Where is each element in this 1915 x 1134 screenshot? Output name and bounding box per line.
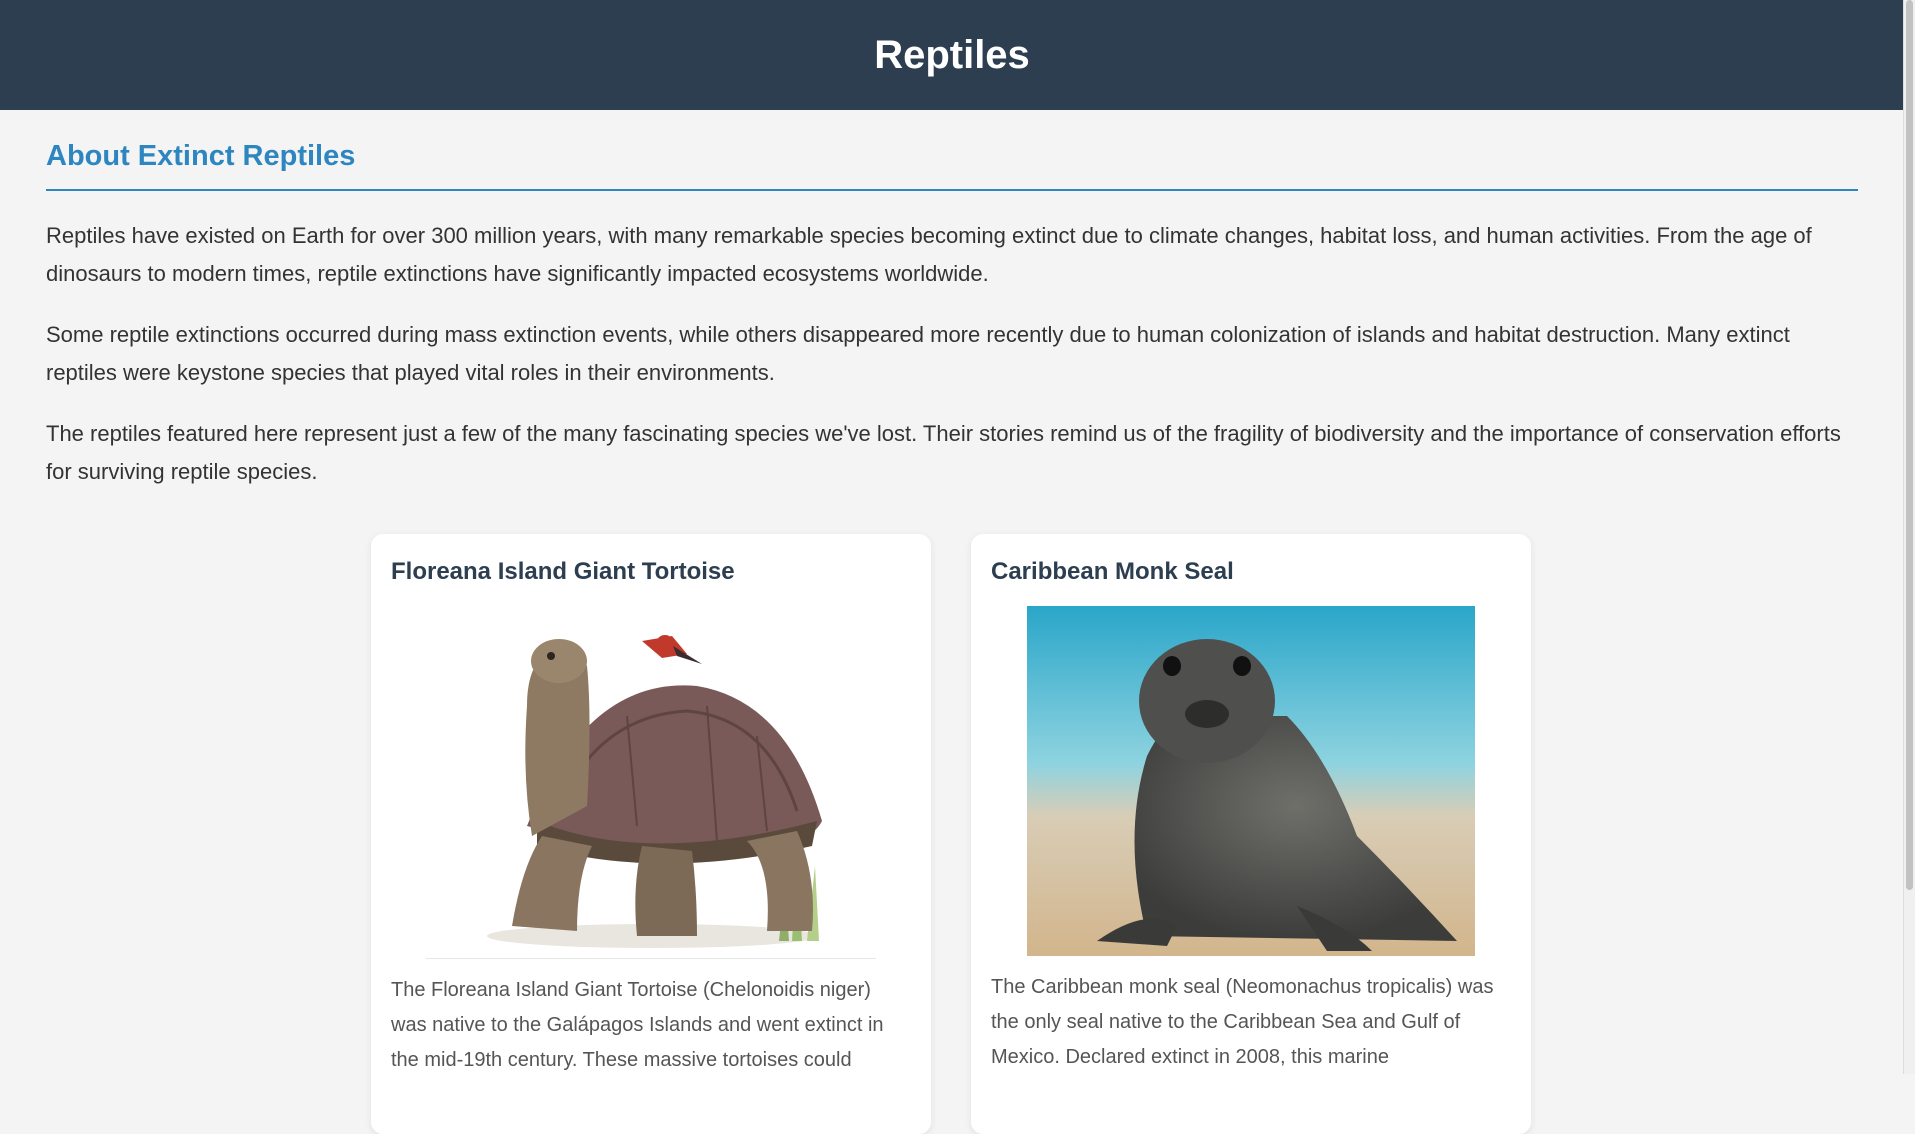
- page-title: Reptiles: [874, 32, 1030, 77]
- vertical-scrollbar[interactable]: [1903, 0, 1915, 1074]
- main-content: About Extinct Reptiles Reptiles have exi…: [0, 140, 1904, 491]
- page-header: Reptiles: [0, 0, 1904, 110]
- intro-paragraph-1: Reptiles have existed on Earth for over …: [46, 223, 1812, 286]
- section-title: About Extinct Reptiles: [46, 140, 1858, 191]
- species-cards: Floreana Island Giant Tortoise The Flore…: [371, 534, 1531, 1134]
- intro-paragraph-2: Some reptile extinctions occurred during…: [46, 322, 1790, 385]
- card-description: The Caribbean monk seal (Neomonachus tro…: [991, 976, 1494, 1068]
- card-divider: [426, 958, 876, 959]
- card-title: Floreana Island Giant Tortoise: [391, 558, 735, 585]
- card-description: The Floreana Island Giant Tortoise (Chel…: [391, 979, 884, 1071]
- species-card: Floreana Island Giant Tortoise The Flore…: [371, 534, 931, 1134]
- monk-seal-image: [1027, 606, 1475, 956]
- card-title: Caribbean Monk Seal: [991, 558, 1234, 585]
- species-card: Caribbean Monk Seal The Caribbean monk s…: [971, 534, 1531, 1134]
- intro-paragraph-3: The reptiles featured here represent jus…: [46, 421, 1841, 484]
- tortoise-image: [427, 606, 875, 956]
- scrollbar-thumb[interactable]: [1906, 0, 1913, 890]
